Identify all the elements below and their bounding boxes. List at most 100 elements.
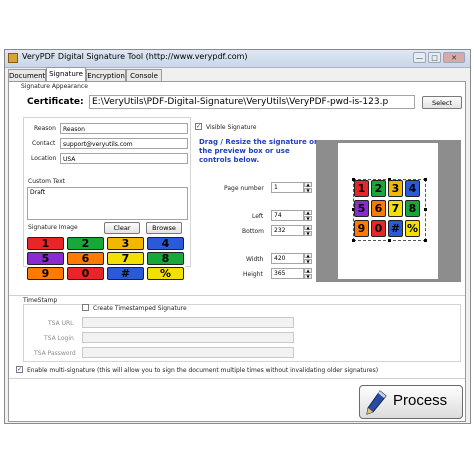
page-preview-box: 1 2 3 4 5 6 7 8 9 0 #% <box>316 140 461 282</box>
create-timestamp-label: Create Timestamped Signature <box>93 305 187 312</box>
preview-tile-4: 4 <box>405 180 420 197</box>
thumb-tile-3: 3 <box>107 237 144 250</box>
page-number-spinner[interactable]: 1 ▲ ▼ <box>271 182 312 193</box>
tsa-login-field[interactable] <box>82 332 294 343</box>
preview-tile-6: 6 <box>371 200 386 217</box>
process-button[interactable]: Process <box>359 385 463 419</box>
tab-console[interactable]: Console <box>126 69 162 81</box>
tab-signature[interactable]: Signature <box>46 67 86 81</box>
browse-image-button[interactable]: Browse <box>146 222 182 234</box>
timestamp-group-label: TimeStamp <box>23 297 58 304</box>
app-icon <box>8 53 18 63</box>
spin-up-icon[interactable]: ▲ <box>304 253 312 258</box>
preview-tile-8: 8 <box>405 200 420 217</box>
thumb-tile-12: % <box>147 267 184 280</box>
spin-down-icon[interactable]: ▼ <box>304 216 312 221</box>
signature-panel: Signature Appearance Certificate: E:\Ver… <box>8 81 466 422</box>
height-label: Height <box>243 271 263 278</box>
width-field[interactable]: 420 <box>271 253 304 264</box>
tab-encryption[interactable]: Encryption <box>86 69 126 81</box>
close-button[interactable]: ✕ <box>443 52 465 63</box>
thumb-tile-10: 0 <box>67 267 104 280</box>
appearance-group-label: Signature Appearance <box>21 83 88 90</box>
location-label: Location <box>31 155 57 162</box>
preview-tile-5: 5 <box>354 200 369 217</box>
create-timestamp-checkbox[interactable] <box>82 304 89 311</box>
left-spinner[interactable]: 74 ▲ ▼ <box>271 210 312 221</box>
maximize-button[interactable]: □ <box>428 52 441 63</box>
location-field[interactable]: USA <box>60 153 188 164</box>
height-spinner[interactable]: 365 ▲ ▼ <box>271 268 312 279</box>
spin-up-icon[interactable]: ▲ <box>304 268 312 273</box>
preview-tile-12: % <box>405 220 420 237</box>
width-label: Width <box>246 256 264 263</box>
visible-signature-checkbox[interactable]: ✓ <box>195 123 202 130</box>
contact-label: Contact <box>32 140 56 147</box>
clear-image-button[interactable]: Clear <box>104 222 140 234</box>
tsa-url-label: TSA URL <box>48 320 74 327</box>
thumb-tile-11: # <box>107 267 144 280</box>
thumb-tile-4: 4 <box>147 237 184 250</box>
tab-document[interactable]: Document <box>8 69 46 81</box>
tsa-password-field[interactable] <box>82 347 294 358</box>
thumb-tile-1: 1 <box>27 237 64 250</box>
resize-handle[interactable] <box>352 239 355 242</box>
tsa-login-label: TSA Login <box>44 335 74 342</box>
preview-tile-7: 7 <box>388 200 403 217</box>
pen-icon <box>366 390 387 415</box>
section-divider <box>9 295 465 296</box>
preview-tile-9: 9 <box>354 220 369 237</box>
title-bar[interactable]: VeryPDF Digital Signature Tool (http://w… <box>5 50 470 68</box>
spin-down-icon[interactable]: ▼ <box>304 231 312 236</box>
spin-down-icon[interactable]: ▼ <box>304 259 312 264</box>
preview-tile-2: 2 <box>371 180 386 197</box>
spin-up-icon[interactable]: ▲ <box>304 182 312 187</box>
resize-handle[interactable] <box>424 208 427 211</box>
signature-image-preview: 1 2 3 4 5 6 7 8 9 0 #% <box>27 237 185 280</box>
certificate-label: Certificate: <box>27 97 84 107</box>
thumb-tile-8: 8 <box>147 252 184 265</box>
multi-signature-label: Enable multi-signature (this will allow … <box>27 367 379 374</box>
footer-divider <box>9 378 465 379</box>
preview-tile-10: 0 <box>371 220 386 237</box>
thumb-tile-5: 5 <box>27 252 64 265</box>
bottom-label: Bottom <box>242 228 265 235</box>
tsa-password-label: TSA Password <box>34 350 76 357</box>
page-number-field[interactable]: 1 <box>271 182 304 193</box>
bottom-field[interactable]: 232 <box>271 225 304 236</box>
resize-handle[interactable] <box>388 239 391 242</box>
placement-hint: Drag / Resize the signature on the previ… <box>199 138 319 164</box>
contact-field[interactable]: support@veryutils.com <box>60 138 188 149</box>
reason-field[interactable]: Reason <box>60 123 188 134</box>
height-field[interactable]: 365 <box>271 268 304 279</box>
app-window: VeryPDF Digital Signature Tool (http://w… <box>4 49 471 424</box>
multi-signature-checkbox[interactable]: ✓ <box>16 366 23 373</box>
resize-handle[interactable] <box>424 239 427 242</box>
minimize-button[interactable]: — <box>413 52 426 63</box>
window-title: VeryPDF Digital Signature Tool (http://w… <box>22 52 248 61</box>
thumb-tile-9: 9 <box>27 267 64 280</box>
resize-handle[interactable] <box>424 178 427 181</box>
custom-text-area[interactable]: Draft <box>27 187 188 220</box>
thumb-tile-2: 2 <box>67 237 104 250</box>
bottom-spinner[interactable]: 232 ▲ ▼ <box>271 225 312 236</box>
signature-placement-box[interactable]: 1 2 3 4 5 6 7 8 9 0 #% <box>352 178 427 242</box>
preview-tile-1: 1 <box>354 180 369 197</box>
spin-down-icon[interactable]: ▼ <box>304 274 312 279</box>
preview-tile-3: 3 <box>388 180 403 197</box>
process-button-label: Process <box>393 392 448 409</box>
spin-down-icon[interactable]: ▼ <box>304 188 312 193</box>
page-number-label: Page number <box>224 185 264 192</box>
signature-image-label: Signature Image <box>28 224 78 231</box>
spin-up-icon[interactable]: ▲ <box>304 210 312 215</box>
thumb-tile-7: 7 <box>107 252 144 265</box>
custom-text-label: Custom Text <box>28 178 66 185</box>
select-certificate-button[interactable]: Select <box>422 96 462 109</box>
certificate-path-field[interactable]: E:\VeryUtils\PDF-Digital-Signature\VeryU… <box>89 95 415 109</box>
left-label: Left <box>252 213 264 220</box>
width-spinner[interactable]: 420 ▲ ▼ <box>271 253 312 264</box>
reason-label: Reason <box>34 125 56 132</box>
left-field[interactable]: 74 <box>271 210 304 221</box>
tsa-url-field[interactable] <box>82 317 294 328</box>
spin-up-icon[interactable]: ▲ <box>304 225 312 230</box>
